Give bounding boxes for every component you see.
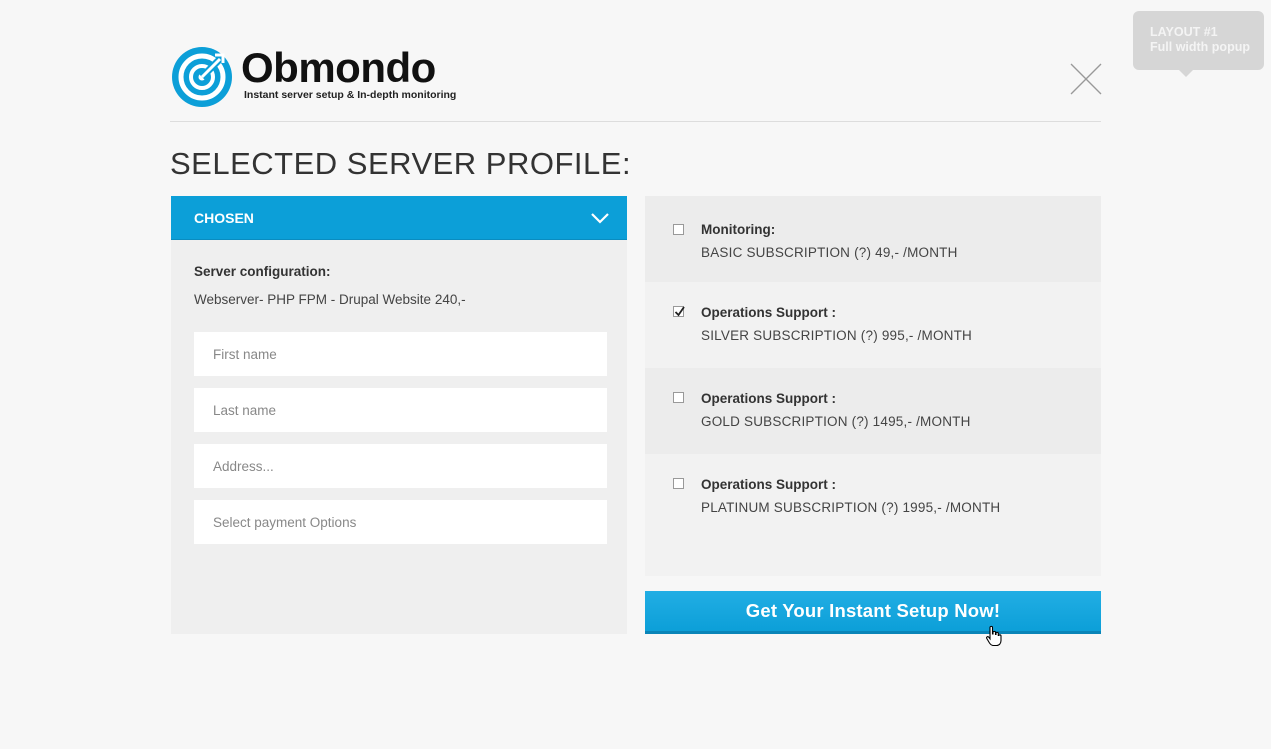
option-label: Operations Support : bbox=[701, 391, 836, 406]
logo-tagline: Instant server setup & In-depth monitori… bbox=[244, 89, 457, 101]
last-name-input[interactable] bbox=[194, 388, 607, 432]
close-button[interactable] bbox=[1070, 63, 1102, 95]
page-title: SELECTED SERVER PROFILE: bbox=[170, 146, 632, 181]
option-label: Operations Support : bbox=[701, 477, 836, 492]
option-label: Operations Support : bbox=[701, 305, 836, 320]
get-instant-setup-button[interactable]: Get Your Instant Setup Now! bbox=[645, 591, 1101, 634]
option-value: SILVER SUBSCRIPTION (?) 995,- /MONTH bbox=[701, 328, 972, 343]
close-icon bbox=[1070, 63, 1102, 95]
layout-tooltip-title: LAYOUT #1 bbox=[1150, 25, 1218, 39]
option-value: GOLD SUBSCRIPTION (?) 1495,- /MONTH bbox=[701, 414, 971, 429]
header-divider bbox=[170, 121, 1101, 122]
chosen-dropdown-header[interactable]: CHOSEN bbox=[171, 196, 627, 240]
layout-tooltip-subtitle: Full width popup bbox=[1150, 40, 1250, 54]
chosen-label: CHOSEN bbox=[194, 210, 254, 226]
obmondo-logo: Obmondo Instant server setup & In-depth … bbox=[171, 44, 456, 110]
chevron-down-icon bbox=[591, 213, 609, 224]
option-label: Monitoring: bbox=[701, 222, 776, 237]
layout-tooltip: LAYOUT #1 Full width popup bbox=[1133, 11, 1264, 77]
server-config-label: Server configuration: bbox=[194, 264, 331, 279]
option-checkbox[interactable] bbox=[673, 306, 685, 317]
option-checkbox[interactable] bbox=[673, 392, 684, 403]
address-input[interactable] bbox=[194, 444, 607, 488]
option-silver-support[interactable]: Operations Support : SILVER SUBSCRIPTION… bbox=[645, 282, 1101, 368]
option-gold-support[interactable]: Operations Support : GOLD SUBSCRIPTION (… bbox=[645, 368, 1101, 454]
check-icon bbox=[674, 306, 685, 317]
option-basic-monitoring[interactable]: Monitoring: BASIC SUBSCRIPTION (?) 49,- … bbox=[645, 196, 1101, 282]
server-profile-panel: CHOSEN Server configuration: Webserver- … bbox=[171, 196, 627, 634]
option-checkbox[interactable] bbox=[673, 224, 684, 235]
payment-options-select[interactable] bbox=[194, 500, 607, 544]
option-platinum-support[interactable]: Operations Support : PLATINUM SUBSCRIPTI… bbox=[645, 454, 1101, 540]
target-logo-icon bbox=[172, 47, 232, 107]
option-value: PLATINUM SUBSCRIPTION (?) 1995,- /MONTH bbox=[701, 500, 1001, 515]
option-value: BASIC SUBSCRIPTION (?) 49,- /MONTH bbox=[701, 245, 958, 260]
server-config-value: Webserver- PHP FPM - Drupal Website 240,… bbox=[194, 292, 466, 307]
hand-pointer-icon bbox=[986, 625, 1002, 647]
option-checkbox[interactable] bbox=[673, 478, 684, 489]
logo-wordmark: Obmondo bbox=[241, 44, 436, 91]
subscription-options-panel: Monitoring: BASIC SUBSCRIPTION (?) 49,- … bbox=[645, 196, 1101, 576]
first-name-input[interactable] bbox=[194, 332, 607, 376]
